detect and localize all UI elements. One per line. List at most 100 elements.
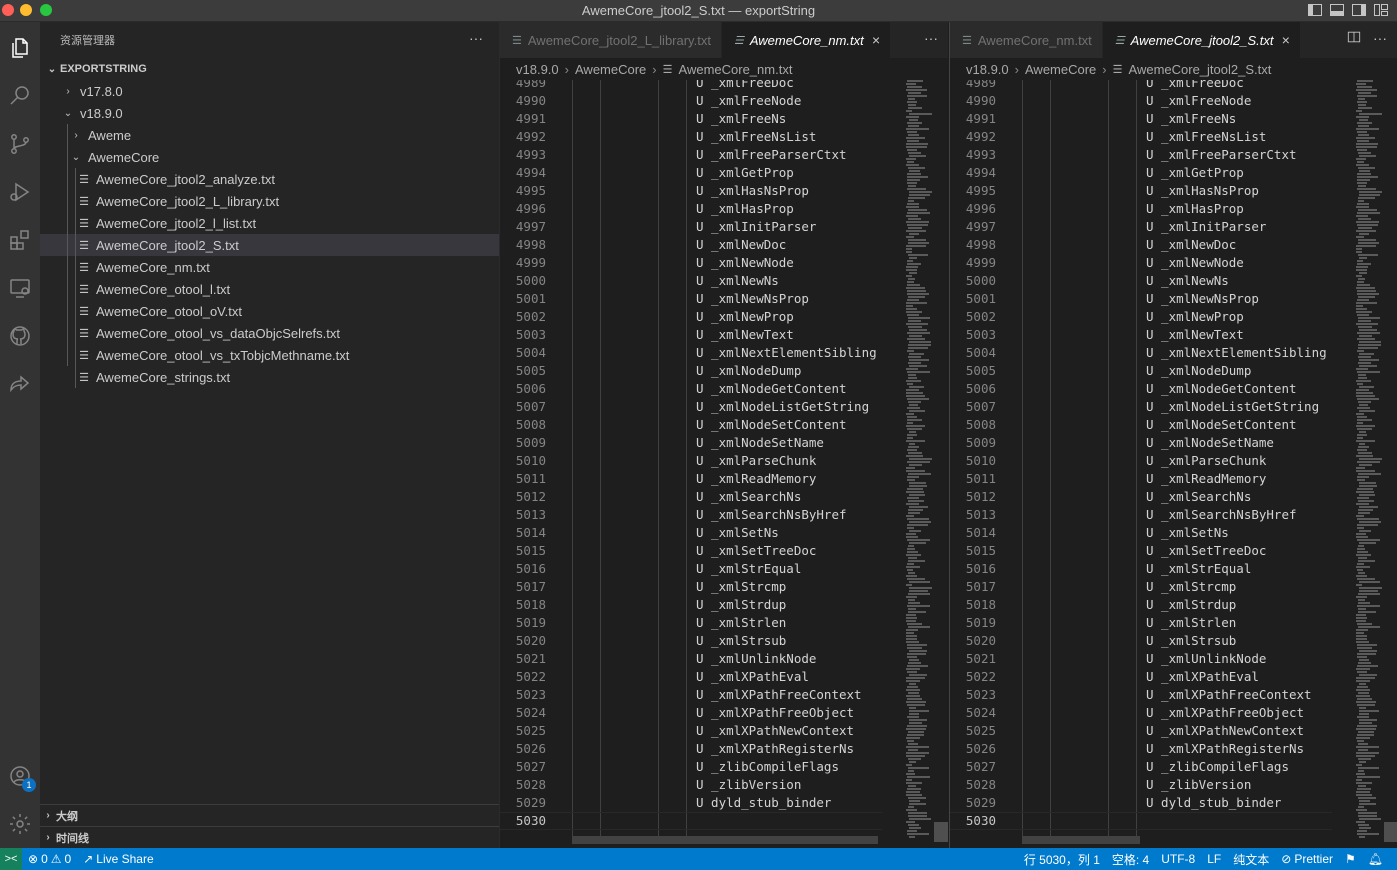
feedback-icon[interactable]: ⚑ bbox=[1339, 852, 1362, 866]
tree-file[interactable]: ☰ AwemeCore_jtool2_l_list.txt bbox=[40, 212, 499, 234]
explorer-icon[interactable] bbox=[4, 32, 36, 64]
tree-root-exportstring[interactable]: ⌄ EXPORTSTRING bbox=[40, 58, 499, 80]
code-line: 5003 U _xmlNewText bbox=[500, 326, 882, 344]
more-actions-icon[interactable]: ··· bbox=[924, 30, 938, 46]
code-text: U _xmlHasNsProp bbox=[696, 183, 809, 198]
github-icon[interactable] bbox=[4, 320, 36, 352]
minimap-line bbox=[1359, 485, 1377, 487]
outline-section[interactable]: › 大纲 bbox=[40, 804, 499, 826]
customize-layout-icon[interactable] bbox=[1373, 2, 1389, 18]
notifications-bell-icon[interactable]: 🔔︎ bbox=[1362, 852, 1389, 866]
tab-jtool2-s[interactable]: ☰ AwemeCore_jtool2_S.txt × bbox=[1102, 22, 1301, 58]
breadcrumb-item[interactable]: v18.9.0 bbox=[516, 62, 559, 77]
toggle-primary-sidebar-icon[interactable] bbox=[1307, 2, 1323, 18]
minimap-line bbox=[907, 281, 914, 283]
minimap-line bbox=[908, 602, 920, 604]
tab-label: AwemeCore_jtool2_S.txt bbox=[1130, 32, 1274, 48]
breadcrumb-item[interactable]: v18.9.0 bbox=[966, 62, 1009, 77]
source-control-icon[interactable] bbox=[4, 128, 36, 160]
live-share-status[interactable]: ↗ Live Share bbox=[77, 852, 159, 866]
minimap-line bbox=[1357, 290, 1376, 292]
split-editor-icon[interactable] bbox=[1347, 30, 1361, 44]
toggle-panel-icon[interactable] bbox=[1329, 2, 1345, 18]
live-share-icon[interactable] bbox=[4, 368, 36, 400]
close-icon[interactable]: × bbox=[1282, 32, 1290, 48]
line-number: 4998 bbox=[965, 237, 996, 252]
search-icon[interactable] bbox=[4, 80, 36, 112]
minimap-line bbox=[906, 554, 921, 556]
minimap-line bbox=[1356, 737, 1370, 739]
settings-gear-icon[interactable] bbox=[4, 808, 36, 840]
tree-file[interactable]: ☰ AwemeCore_jtool2_L_library.txt bbox=[40, 190, 499, 212]
code-editor[interactable]: 4989 U _xmlFreeDoc 4990 U _xmlFreeNode 4991 U… bbox=[950, 80, 1332, 842]
minimap-line bbox=[1357, 830, 1367, 832]
indentation[interactable]: 空格: 4 bbox=[1106, 851, 1155, 868]
tree-file[interactable]: ☰ AwemeCore_otool_oV.txt bbox=[40, 300, 499, 322]
run-debug-icon[interactable] bbox=[4, 176, 36, 208]
remote-indicator-icon[interactable]: >< bbox=[0, 848, 22, 870]
more-actions-icon[interactable]: ··· bbox=[1373, 30, 1387, 46]
code-line: 4996 U _xmlHasProp bbox=[950, 200, 1332, 218]
minimap-line bbox=[1357, 569, 1363, 571]
horizontal-scrollbar[interactable] bbox=[1022, 836, 1140, 844]
code-line: 5011 U _xmlReadMemory bbox=[950, 470, 1332, 488]
tab-nm[interactable]: ☰ AwemeCore_nm.txt bbox=[950, 22, 1103, 58]
timeline-label: 时间线 bbox=[56, 832, 89, 845]
tab-nm[interactable]: ☰ AwemeCore_nm.txt × bbox=[721, 22, 891, 58]
account-icon[interactable]: 1 bbox=[4, 760, 36, 792]
prettier-status[interactable]: ⊘ Prettier bbox=[1275, 852, 1339, 866]
minimap-line bbox=[909, 410, 925, 412]
sidebar-more-actions-button[interactable]: ··· bbox=[469, 30, 483, 46]
line-number: 5013 bbox=[965, 507, 996, 522]
tree-folder[interactable]: ⌄ AwemeCore bbox=[40, 146, 499, 168]
minimap-line bbox=[1359, 683, 1366, 685]
remote-explorer-icon[interactable] bbox=[4, 272, 36, 304]
vertical-scrollbar[interactable] bbox=[934, 822, 948, 842]
file-lines-icon: ☰ bbox=[79, 305, 89, 318]
tree-file[interactable]: ☰ AwemeCore_otool_vs_dataObjcSelrefs.txt bbox=[40, 322, 499, 344]
language-mode[interactable]: 纯文本 bbox=[1227, 851, 1275, 868]
tab-jtool2-l-library[interactable]: ☰ AwemeCore_jtool2_L_library.txt bbox=[500, 22, 722, 58]
breadcrumb-item[interactable]: AwemeCore bbox=[1025, 62, 1096, 77]
tree-file[interactable]: ☰ AwemeCore_otool_vs_txTobjcMethname.txt bbox=[40, 344, 499, 366]
line-number: 4992 bbox=[965, 129, 996, 144]
minimap-line bbox=[1359, 257, 1367, 259]
cursor-position[interactable]: 行 5030，列 1 bbox=[1018, 851, 1106, 868]
tree-file[interactable]: ☰ AwemeCore_nm.txt bbox=[40, 256, 499, 278]
tree-file[interactable]: ☰ AwemeCore_strings.txt bbox=[40, 366, 499, 388]
minimap-line bbox=[907, 734, 924, 736]
close-icon[interactable]: × bbox=[872, 32, 880, 48]
minimap-line bbox=[1356, 275, 1362, 277]
code-text: U _xmlHasProp bbox=[1146, 201, 1244, 216]
encoding[interactable]: UTF-8 bbox=[1155, 852, 1201, 866]
minimap-line bbox=[908, 104, 916, 106]
breadcrumb-item[interactable]: AwemeCore_nm.txt bbox=[679, 62, 793, 77]
tree-file[interactable]: ☰ AwemeCore_jtool2_analyze.txt bbox=[40, 168, 499, 190]
minimap-line bbox=[909, 722, 922, 724]
minimap-line bbox=[1356, 221, 1379, 223]
code-editor[interactable]: 4989 U _xmlFreeDoc 4990 U _xmlFreeNode 4991 U… bbox=[500, 80, 882, 842]
minimap-line bbox=[906, 389, 919, 391]
problems-status[interactable]: ⊗ 0 ⚠ 0 bbox=[22, 852, 77, 866]
minimap-line bbox=[909, 650, 927, 652]
tree-file[interactable]: ☰ AwemeCore_jtool2_S.txt bbox=[40, 234, 499, 256]
tree-folder[interactable]: ⌄ v18.9.0 bbox=[40, 102, 499, 124]
timeline-section[interactable]: › 时间线 bbox=[40, 826, 499, 848]
tree-folder[interactable]: › v17.8.0 bbox=[40, 80, 499, 102]
vertical-scrollbar[interactable] bbox=[1384, 822, 1397, 842]
tree-folder[interactable]: › Aweme bbox=[40, 124, 499, 146]
tree-item-label: AwemeCore_jtool2_S.txt bbox=[96, 237, 239, 253]
minimap-line bbox=[1359, 800, 1370, 802]
toggle-secondary-sidebar-icon[interactable] bbox=[1351, 2, 1367, 18]
extensions-icon[interactable] bbox=[4, 224, 36, 256]
horizontal-scrollbar[interactable] bbox=[572, 836, 878, 844]
end-of-line[interactable]: LF bbox=[1201, 852, 1227, 866]
minimap[interactable] bbox=[904, 80, 948, 842]
minimap-line bbox=[908, 134, 919, 136]
breadcrumb-item[interactable]: AwemeCore_jtool2_S.txt bbox=[1129, 62, 1272, 77]
minimap[interactable] bbox=[1354, 80, 1397, 842]
breadcrumb-item[interactable]: AwemeCore bbox=[575, 62, 646, 77]
code-text: U _xmlXPathEval bbox=[1146, 669, 1259, 684]
tree-file[interactable]: ☰ AwemeCore_otool_l.txt bbox=[40, 278, 499, 300]
code-line: 4999 U _xmlNewNode bbox=[950, 254, 1332, 272]
